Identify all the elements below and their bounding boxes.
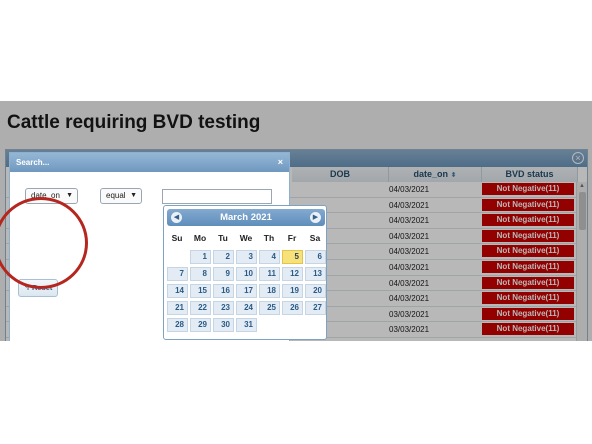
calendar-day[interactable]: 24 — [236, 301, 257, 315]
date-picker-header: ◀ March 2021 ▶ — [167, 209, 325, 226]
calendar-day[interactable]: 21 — [167, 301, 188, 315]
search-close-icon[interactable]: × — [278, 153, 283, 172]
weekday-label: Th — [263, 233, 275, 243]
calendar-day[interactable]: 12 — [282, 267, 303, 281]
calendar-day[interactable]: 3 — [236, 250, 257, 264]
calendar-day[interactable]: 23 — [213, 301, 234, 315]
search-value-input[interactable] — [162, 189, 272, 204]
calendar-day[interactable]: 17 — [236, 284, 257, 298]
calendar-day[interactable]: 22 — [190, 301, 211, 315]
date-picker-month: March 2021 — [220, 212, 272, 223]
search-dialog-titlebar: Search... × — [10, 153, 289, 172]
next-month-icon[interactable]: ▶ — [310, 212, 321, 223]
calendar-day[interactable]: 8 — [190, 267, 211, 281]
search-dialog-title: Search... — [16, 158, 50, 167]
calendar-day[interactable]: 31 — [236, 318, 257, 332]
weekday-label: Tu — [218, 233, 228, 243]
calendar-day[interactable]: 18 — [259, 284, 280, 298]
weekday-label: Su — [171, 233, 183, 243]
weekday-label: Fr — [287, 233, 297, 243]
calendar-day[interactable]: 26 — [282, 301, 303, 315]
chevron-down-icon: ▼ — [130, 192, 137, 199]
calendar-day[interactable]: 16 — [213, 284, 234, 298]
calendar-day[interactable]: 4 — [259, 250, 280, 264]
calendar-day[interactable]: 20 — [305, 284, 326, 298]
weekday-label: We — [239, 233, 253, 243]
calendar-day[interactable]: 14 — [167, 284, 188, 298]
calendar-day[interactable]: 13 — [305, 267, 326, 281]
calendar-day[interactable]: 10 — [236, 267, 257, 281]
calendar-day[interactable]: 28 — [167, 318, 188, 332]
calendar-day[interactable]: 19 — [282, 284, 303, 298]
calendar-day[interactable]: 27 — [305, 301, 326, 315]
chevron-down-icon: ▼ — [66, 192, 73, 199]
calendar-day[interactable]: 25 — [259, 301, 280, 315]
calendar-day[interactable]: 9 — [213, 267, 234, 281]
date-picker: ◀ March 2021 ▶ Su Mo Tu We Th Fr Sa 1 2 3 4 5 6 7 8 9 10… — [163, 205, 327, 340]
search-operator-select[interactable]: equal ▼ — [100, 188, 142, 204]
calendar-day[interactable]: 15 — [190, 284, 211, 298]
calendar-day[interactable]: 29 — [190, 318, 211, 332]
prev-month-icon[interactable]: ◀ — [171, 212, 182, 223]
bottom-margin — [0, 341, 592, 444]
calendar-day[interactable]: 6 — [305, 250, 326, 264]
calendar-day[interactable]: 2 — [213, 250, 234, 264]
calendar-empty-cell — [167, 250, 188, 264]
calendar-day[interactable]: 30 — [213, 318, 234, 332]
search-operator-value: equal — [106, 191, 126, 200]
top-margin — [0, 0, 592, 101]
calendar-day[interactable]: 5 — [282, 250, 303, 264]
weekday-label: Sa — [309, 233, 321, 243]
weekday-label: Mo — [193, 233, 207, 243]
calendar-day[interactable]: 7 — [167, 267, 188, 281]
calendar-day[interactable]: 11 — [259, 267, 280, 281]
calendar-day[interactable]: 1 — [190, 250, 211, 264]
